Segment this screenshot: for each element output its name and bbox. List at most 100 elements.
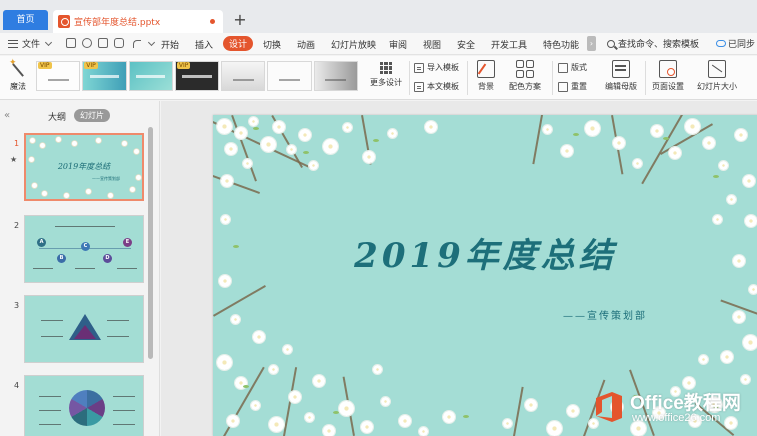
- grid-icon: [380, 62, 392, 74]
- color-scheme-button[interactable]: 配色方案: [505, 60, 545, 92]
- tab-home[interactable]: 首页: [3, 10, 48, 30]
- save-icon[interactable]: [66, 38, 76, 48]
- blossom-decoration: [419, 427, 428, 436]
- print-preview-icon[interactable]: [82, 38, 92, 48]
- thumbnail-text-line: [117, 268, 137, 269]
- menu-item-developer[interactable]: 开发工具: [491, 38, 527, 51]
- blossom-decoration: [253, 331, 265, 343]
- blossom-decoration: [287, 145, 296, 154]
- watermark-url: www.office26.com: [632, 412, 721, 424]
- slide-subtitle[interactable]: ——宣传策划部: [563, 307, 647, 322]
- search-icon: [607, 39, 615, 48]
- design-template-thumbnail[interactable]: VIP: [174, 61, 220, 91]
- design-template-thumbnail[interactable]: [128, 61, 173, 91]
- blossom-decoration: [749, 285, 757, 294]
- slides-panel: « 大纲 幻灯片 1 ★ 2019年度总结 ——宣传策划部 2 A B C D …: [0, 101, 160, 436]
- design-template-thumbnail[interactable]: VIP: [82, 61, 127, 91]
- blossom-decoration: [585, 121, 600, 136]
- blossom-decoration: [613, 137, 625, 149]
- undo-icon[interactable]: [133, 40, 141, 48]
- color-scheme-icon: [516, 60, 534, 78]
- menu-item-view[interactable]: 视图: [423, 38, 441, 51]
- branch-decoration: [213, 285, 266, 317]
- background-button[interactable]: 背景: [474, 60, 498, 92]
- page-setup-button[interactable]: 页面设置: [649, 60, 687, 92]
- slides-panel-scrollbar[interactable]: [148, 127, 153, 359]
- slide-thumbnail-1[interactable]: 2019年度总结 ——宣传策划部: [24, 133, 144, 201]
- print-icon[interactable]: [114, 38, 124, 48]
- slide-size-label: 幻灯片大小: [697, 82, 737, 91]
- import-template-button[interactable]: 导入模板: [414, 62, 459, 73]
- tab-document[interactable]: 宣传部年度总结.pptx: [53, 10, 223, 33]
- blossom-decoration: [235, 127, 247, 139]
- page-setup-icon: [659, 60, 677, 78]
- layout-icon: [558, 62, 568, 73]
- blossom-decoration: [381, 397, 390, 406]
- menu-item-design[interactable]: 设计: [223, 36, 254, 51]
- template-preview-line: [135, 74, 166, 78]
- slide-thumbnail-4[interactable]: [24, 375, 144, 436]
- slide-thumbnail-3[interactable]: [24, 295, 144, 363]
- reset-button[interactable]: 重置: [558, 81, 587, 92]
- diagram-node: B: [57, 254, 66, 263]
- layout-button[interactable]: 版式: [558, 62, 587, 73]
- design-template-thumbnail[interactable]: [221, 61, 266, 91]
- thumbnail-text-line: [113, 410, 135, 411]
- magic-button[interactable]: 魔法: [6, 58, 30, 92]
- blossom-decoration: [669, 147, 681, 159]
- menu-item-security[interactable]: 安全: [457, 38, 475, 51]
- slide-number: 1: [14, 139, 20, 148]
- template-preview-line: [89, 74, 120, 78]
- menu-item-start[interactable]: 开始: [161, 38, 179, 51]
- body-template-button[interactable]: 本文模板: [414, 81, 459, 92]
- reset-icon: [558, 81, 568, 92]
- blossom-decoration: [269, 365, 278, 374]
- export-pdf-icon[interactable]: [98, 38, 108, 48]
- background-label: 背景: [478, 82, 494, 91]
- file-menu-button[interactable]: 文件: [8, 37, 53, 50]
- page-setup-label: 页面设置: [652, 82, 684, 91]
- tab-outline[interactable]: 大纲: [48, 110, 66, 123]
- thumbnail-text-line: [33, 268, 53, 269]
- command-search-placeholder: 查找命令、搜索模板: [618, 40, 700, 50]
- diagram-node: D: [103, 254, 112, 263]
- star-icon: ★: [10, 155, 18, 164]
- slide-thumbnail-2[interactable]: A B C D E: [24, 215, 144, 283]
- template-preview-line: [278, 78, 301, 81]
- menu-item-transition[interactable]: 切换: [263, 38, 281, 51]
- menu-item-slideshow[interactable]: 幻灯片放映: [331, 38, 376, 51]
- blossom-decoration: [721, 351, 733, 363]
- thumbnail-text-line: [39, 396, 61, 397]
- blossom-decoration: [561, 145, 573, 157]
- design-template-thumbnail[interactable]: [267, 61, 312, 91]
- leaf-decoration: [463, 415, 469, 418]
- new-tab-button[interactable]: +: [232, 10, 248, 30]
- blossom-decoration: [743, 335, 757, 350]
- sync-status[interactable]: 已同步: [716, 37, 755, 50]
- design-template-thumbnail[interactable]: [313, 61, 358, 91]
- menu-item-features[interactable]: 特色功能: [543, 38, 579, 51]
- menu-overflow-button[interactable]: ›: [587, 36, 596, 51]
- design-template-thumbnail[interactable]: VIP: [36, 61, 81, 91]
- slide-number: 4: [14, 381, 20, 390]
- collapse-panel-icon[interactable]: «: [4, 110, 10, 121]
- edit-master-button[interactable]: 编辑母版: [602, 60, 640, 92]
- magic-wand-icon: [9, 58, 27, 78]
- blossom-decoration: [313, 375, 325, 387]
- leaf-decoration: [663, 137, 669, 140]
- tab-slides[interactable]: 幻灯片: [74, 109, 110, 122]
- vip-badge: VIP: [84, 62, 98, 69]
- menu-item-animation[interactable]: 动画: [297, 38, 315, 51]
- menu-item-review[interactable]: 审阅: [389, 38, 407, 51]
- menu-item-insert[interactable]: 插入: [195, 38, 213, 51]
- leaf-decoration: [243, 385, 249, 388]
- command-search[interactable]: 查找命令、搜索模板: [607, 37, 699, 50]
- office26-watermark: Office教程网 www.office26.com: [590, 384, 755, 432]
- thumbnail-text-line: [113, 424, 135, 425]
- undo-dropdown-chevron-icon[interactable]: [147, 38, 156, 47]
- more-designs-button[interactable]: 更多设计: [368, 62, 404, 88]
- slide-title[interactable]: 2019年度总结: [213, 228, 757, 277]
- ribbon-divider: [552, 61, 553, 95]
- import-template-icon: [414, 62, 424, 73]
- slide-size-button[interactable]: 幻灯片大小: [692, 60, 742, 92]
